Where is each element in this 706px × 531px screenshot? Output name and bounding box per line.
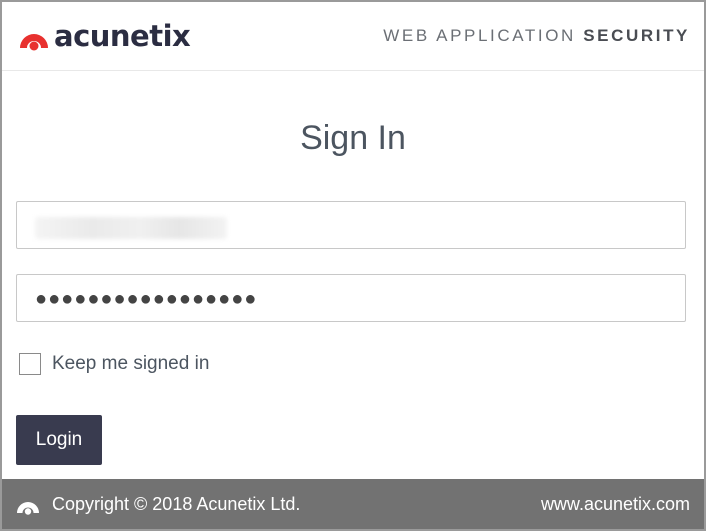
acunetix-footer-icon	[17, 502, 39, 515]
footer: Copyright © 2018 Acunetix Ltd. www.acune…	[2, 479, 704, 529]
product-tagline: WEB APPLICATION SECURITY	[383, 26, 690, 46]
keep-signed-in-checkbox[interactable]	[19, 353, 41, 375]
copyright-text: Copyright © 2018 Acunetix Ltd.	[52, 494, 301, 514]
keep-signed-in-label[interactable]: Keep me signed in	[52, 353, 209, 375]
password-field[interactable]: ●●●●●●●●●●●●●●●●●	[16, 274, 686, 322]
redacted-username	[35, 217, 227, 239]
login-window: acunetix WEB APPLICATION SECURITY Sign I…	[0, 0, 706, 531]
website-link[interactable]: www.acunetix.com	[541, 493, 690, 515]
brand-logo: acunetix	[18, 18, 191, 54]
page-title: Sign In	[300, 119, 406, 157]
keep-signed-in-option[interactable]: Keep me signed in	[19, 351, 209, 377]
login-button[interactable]: Login	[16, 415, 102, 465]
acunetix-logo-icon	[20, 34, 48, 51]
password-masked-value: ●●●●●●●●●●●●●●●●●	[35, 288, 258, 310]
username-field[interactable]	[16, 201, 686, 249]
logo-text: acunetix	[54, 18, 191, 53]
tagline-regular: WEB APPLICATION	[383, 26, 584, 45]
tagline-bold: SECURITY	[583, 26, 690, 45]
header: acunetix WEB APPLICATION SECURITY	[2, 2, 704, 71]
